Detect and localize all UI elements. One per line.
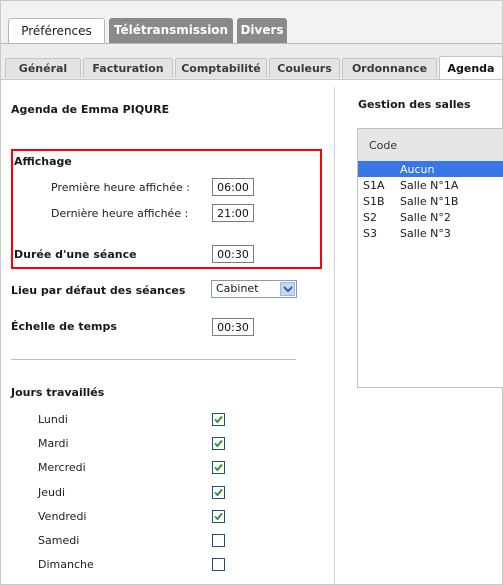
subtab-couleurs[interactable]: Couleurs: [269, 58, 340, 78]
session-duration-input[interactable]: [212, 245, 254, 263]
default-place-select[interactable]: Cabinet: [211, 280, 297, 298]
last-hour-input[interactable]: [212, 204, 254, 222]
time-scale-label: Échelle de temps: [11, 320, 117, 333]
chevron-down-icon[interactable]: [280, 282, 295, 296]
last-hour-label: Dernière heure affichée :: [51, 207, 189, 220]
first-hour-input[interactable]: [212, 178, 254, 196]
room-name: Salle N°1A: [400, 179, 459, 192]
day-checkbox[interactable]: [212, 413, 225, 426]
day-label: Dimanche: [38, 558, 94, 572]
day-label: Mercredi: [38, 461, 86, 475]
tab-divers[interactable]: Divers: [237, 18, 287, 43]
session-duration-label: Durée d'une séance: [14, 248, 137, 261]
affichage-section-title: Affichage: [14, 155, 72, 168]
sub-tab-bar: Général Facturation Comptabilité Couleur…: [1, 44, 503, 79]
tab-preferences[interactable]: Préférences: [8, 18, 105, 44]
room-code: S2: [363, 211, 377, 224]
day-label: Lundi: [38, 413, 68, 426]
day-checkbox[interactable]: [212, 485, 225, 499]
subtab-comptabilite[interactable]: Comptabilité: [175, 58, 267, 78]
day-checkbox[interactable]: [212, 558, 225, 572]
table-row[interactable]: S1B Salle N°1B: [358, 193, 503, 209]
room-name: Aucun: [400, 163, 435, 176]
day-checkbox[interactable]: [212, 534, 225, 547]
table-row[interactable]: S3 Salle N°3: [358, 225, 503, 241]
day-checkbox[interactable]: [212, 509, 225, 523]
first-hour-label: Première heure affichée :: [51, 181, 190, 194]
subtab-ordonnance[interactable]: Ordonnance: [342, 58, 437, 78]
room-code: S3: [363, 227, 377, 240]
column-header-code[interactable]: Code: [369, 139, 397, 152]
subtab-facturation[interactable]: Facturation: [83, 58, 173, 78]
rooms-table: Code Aucun S1A Salle N°1A S1B Salle N°1B S2 Sa…: [357, 128, 503, 388]
subtab-agenda[interactable]: Agenda: [439, 56, 503, 79]
room-name: Salle N°1B: [400, 195, 459, 208]
room-name: Salle N°3: [400, 227, 451, 240]
table-row[interactable]: Aucun: [358, 161, 503, 177]
section-divider: [11, 359, 296, 360]
table-row[interactable]: S1A Salle N°1A: [358, 177, 503, 193]
agenda-owner-title: Agenda de Emma PIQURE: [11, 103, 170, 116]
preferences-window: Préférences Télétransmission Divers Géné…: [0, 0, 503, 585]
panel-separator: [334, 87, 335, 584]
main-tab-bar: Préférences Télétransmission Divers: [1, 1, 502, 44]
tab-teletransmission[interactable]: Télétransmission: [109, 18, 233, 43]
day-label: Vendredi: [38, 509, 87, 523]
working-days-title: Jours travaillés: [11, 386, 105, 399]
table-row[interactable]: S2 Salle N°2: [358, 209, 503, 225]
sub-tab-divider: [1, 79, 502, 80]
room-code: S1B: [363, 195, 385, 208]
default-place-value: Cabinet: [216, 282, 259, 295]
room-name: Salle N°2: [400, 211, 451, 224]
rooms-title: Gestion des salles: [358, 98, 471, 111]
day-label: Samedi: [38, 534, 80, 547]
day-checkbox[interactable]: [212, 437, 225, 451]
subtab-general[interactable]: Général: [5, 58, 81, 78]
default-place-label: Lieu par défaut des séances: [11, 284, 186, 297]
time-scale-input[interactable]: [212, 318, 254, 336]
day-label: Mardi: [38, 437, 69, 451]
rooms-table-header: Code: [358, 129, 503, 162]
room-code: S1A: [363, 179, 385, 192]
day-label: Jeudi: [38, 485, 66, 499]
day-checkbox[interactable]: [212, 461, 225, 475]
